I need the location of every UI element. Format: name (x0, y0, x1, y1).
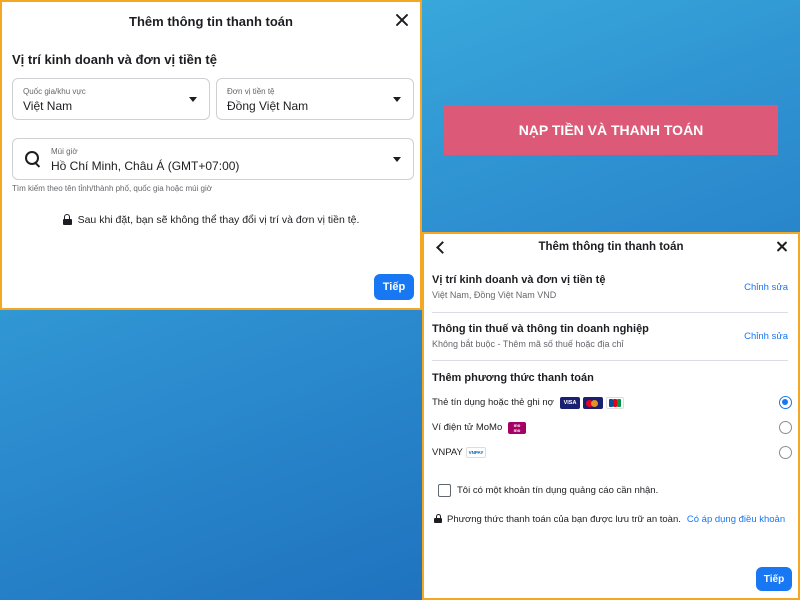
business-location-dialog: Thêm thông tin thanh toán Vị trí kinh do… (0, 0, 422, 310)
timezone-hint: Tìm kiếm theo tên tỉnh/thành phố, quốc g… (12, 184, 213, 193)
close-icon[interactable] (775, 240, 788, 253)
payment-section-title: Thêm phương thức thanh toán (432, 372, 594, 384)
timezone-value: Hồ Chí Minh, Châu Á (GMT+07:00) (51, 159, 240, 173)
dialog-header: Thêm thông tin thanh toán (2, 2, 420, 42)
timezone-label: Múi giờ (51, 147, 78, 156)
edit-location-link[interactable]: Chỉnh sửa (744, 282, 788, 293)
secure-notice-text: Phương thức thanh toán của bạn được lưu … (447, 514, 681, 525)
location-section-subtitle: Việt Nam, Đồng Việt Nam VND (432, 290, 557, 300)
payment-method-vnpay[interactable]: VNPAY VNPAY (432, 444, 792, 462)
radio-momo[interactable] (779, 421, 792, 434)
terms-link[interactable]: Có áp dụng điều khoản (687, 514, 785, 525)
section-title: Vị trí kinh doanh và đơn vị tiền tệ (12, 52, 217, 67)
caret-down-icon (393, 97, 401, 102)
location-section-title: Vị trí kinh doanh và đơn vị tiền tệ (432, 274, 606, 286)
secure-notice: Phương thức thanh toán của bạn được lưu … (434, 514, 785, 525)
dialog-title: Thêm thông tin thanh toán (538, 241, 684, 253)
ad-credit-checkbox-label: Tôi có một khoản tín dụng quảng cáo cần … (457, 485, 659, 496)
lock-notice: Sau khi đặt, bạn sẽ không thể thay đổi v… (2, 214, 420, 226)
country-select[interactable]: Quốc gia/khu vực Việt Nam (12, 78, 210, 120)
radio-vnpay[interactable] (779, 446, 792, 459)
timezone-select[interactable]: Múi giờ Hồ Chí Minh, Châu Á (GMT+07:00) (12, 138, 414, 180)
mastercard-logo (583, 397, 603, 409)
divider (432, 312, 788, 313)
payment-info-dialog: Thêm thông tin thanh toán Vị trí kinh do… (422, 232, 800, 600)
currency-label: Đơn vị tiền tệ (227, 87, 275, 96)
payment-method-label: Ví điện tử MoMo (432, 422, 503, 433)
payment-method-label: Thẻ tín dụng hoặc thẻ ghi nợ (432, 397, 554, 408)
currency-select[interactable]: Đơn vị tiền tệ Đồng Việt Nam (216, 78, 414, 120)
lock-notice-text: Sau khi đặt, bạn sẽ không thể thay đổi v… (77, 214, 360, 226)
next-button[interactable]: Tiếp (374, 274, 414, 300)
payment-method-momo[interactable]: Ví điện tử MoMo mo mo (432, 419, 792, 437)
payment-method-label: VNPAY (432, 447, 463, 458)
country-value: Việt Nam (23, 99, 73, 113)
edit-tax-link[interactable]: Chỉnh sửa (744, 331, 788, 342)
top-up-and-pay-button[interactable]: NẠP TIỀN VÀ THANH TOÁN (444, 105, 778, 155)
search-icon (25, 151, 43, 169)
payment-method-card[interactable]: Thẻ tín dụng hoặc thẻ ghi nợ VISA (432, 394, 792, 412)
lock-icon (434, 514, 442, 523)
caret-down-icon (189, 97, 197, 102)
next-button[interactable]: Tiếp (756, 567, 792, 591)
caret-down-icon (393, 157, 401, 162)
divider (432, 360, 788, 361)
visa-logo: VISA (560, 397, 580, 409)
vnpay-logo: VNPAY (466, 447, 486, 458)
country-label: Quốc gia/khu vực (23, 87, 86, 96)
radio-card[interactable] (779, 396, 792, 409)
lock-icon (62, 214, 72, 225)
close-icon[interactable] (394, 12, 410, 28)
tax-section-title: Thông tin thuế và thông tin doanh nghiệp (432, 323, 649, 335)
momo-logo: mo mo (508, 422, 526, 434)
tax-section-subtitle: Không bắt buộc - Thêm mã số thuế hoặc đị… (432, 339, 624, 349)
dialog-title: Thêm thông tin thanh toán (129, 14, 293, 29)
currency-value: Đồng Việt Nam (227, 99, 309, 113)
jcb-logo (606, 397, 624, 409)
ad-credit-checkbox[interactable] (438, 484, 451, 497)
